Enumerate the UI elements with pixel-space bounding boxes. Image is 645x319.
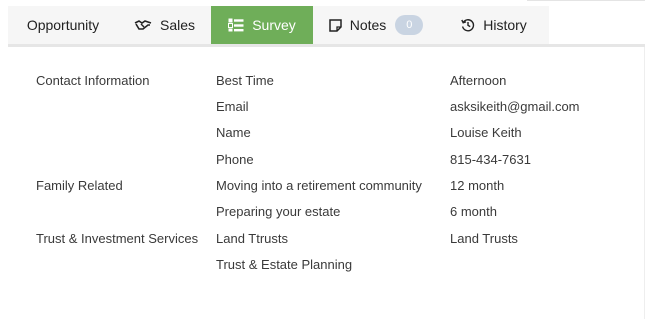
tab-label: Opportunity — [26, 17, 100, 33]
survey-question: Trust & Estate Planning — [216, 257, 353, 272]
survey-answer: Afternoon — [450, 73, 507, 88]
survey-category: Family Related — [36, 178, 123, 193]
survey-panel: Contact Information Best Time Afternoon … — [0, 47, 645, 319]
tab-survey[interactable]: Survey — [211, 6, 313, 44]
survey-question: Name — [216, 125, 251, 140]
survey-question: Moving into a retirement community — [216, 178, 422, 193]
survey-answer: Land Trusts — [450, 231, 518, 246]
survey-category: Trust & Investment Services — [36, 231, 199, 246]
tab-label: Survey — [252, 17, 296, 33]
tab-label: Sales — [159, 17, 196, 33]
survey-question: Preparing your estate — [216, 204, 341, 219]
note-icon — [328, 18, 342, 32]
survey-answer: asksikeith@gmail.com — [450, 99, 580, 114]
survey-answer: 12 month — [450, 178, 505, 193]
top-divider — [527, 0, 645, 1]
survey-question: Phone — [216, 152, 254, 167]
tab-bar: Opportunity Sales Survey Notes 0 History — [8, 6, 645, 47]
tab-label: History — [483, 17, 527, 33]
history-icon — [461, 18, 475, 32]
handshake-icon — [134, 19, 152, 31]
tab-label: Notes — [349, 17, 387, 33]
tab-notes[interactable]: Notes 0 — [313, 6, 439, 44]
survey-question: Land Ttrusts — [216, 231, 289, 246]
survey-answer: 815-434-7631 — [450, 152, 531, 167]
survey-answer: Louise Keith — [450, 125, 522, 140]
tab-history[interactable]: History — [439, 6, 549, 44]
tab-sales[interactable]: Sales — [118, 6, 211, 44]
survey-icon — [228, 18, 244, 32]
tab-opportunity[interactable]: Opportunity — [8, 6, 118, 44]
notes-count-badge: 0 — [395, 15, 424, 35]
survey-question: Email — [216, 99, 249, 114]
survey-category: Contact Information — [36, 73, 150, 88]
survey-answer: 6 month — [450, 204, 497, 219]
survey-question: Best Time — [216, 73, 274, 88]
